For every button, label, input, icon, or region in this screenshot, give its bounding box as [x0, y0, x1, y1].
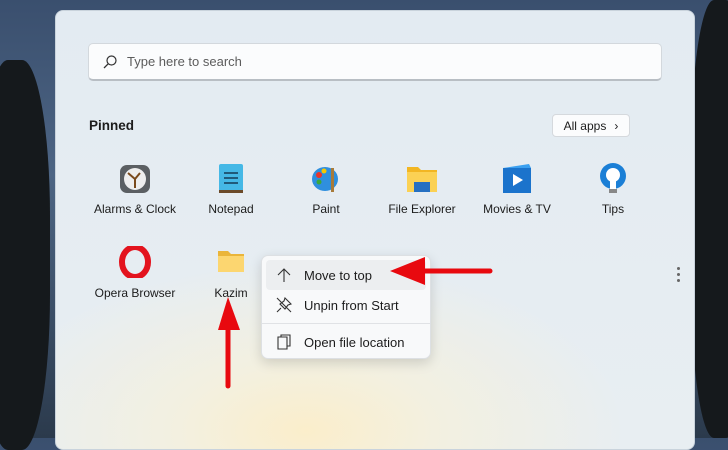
annotation-arrows	[218, 257, 493, 389]
arrow-to-move-to-top	[390, 257, 493, 285]
arrow-to-kazim	[218, 297, 240, 389]
